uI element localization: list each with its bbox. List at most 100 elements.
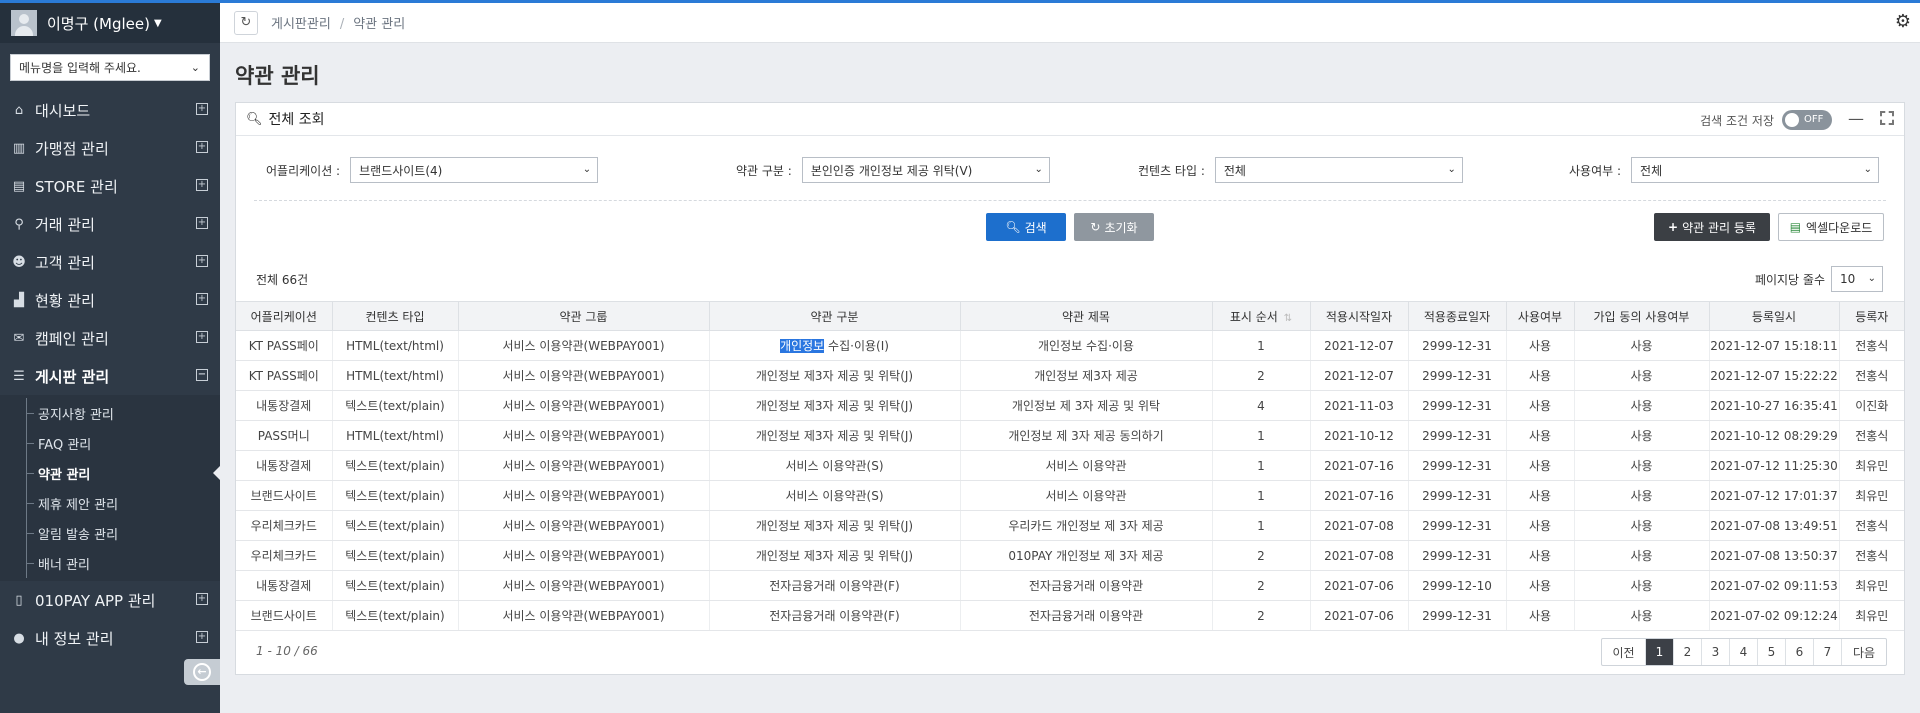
sidebar-subitem-3[interactable]: 제휴 제안 관리 <box>0 488 220 518</box>
expand-icon[interactable]: + <box>196 217 208 229</box>
pagination-page[interactable]: 2 <box>1674 639 1702 665</box>
pagination-page[interactable]: 5 <box>1758 639 1786 665</box>
table-cell: 2021-07-06 <box>1310 600 1409 631</box>
table-row[interactable]: 브랜드사이트 텍스트(text/plain) 서비스 이용약관(WEBPAY001)… <box>236 480 1904 511</box>
table-cell: 내통장결제 <box>236 450 333 481</box>
column-header[interactable]: 등록일시 <box>1709 301 1840 331</box>
collapse-icon[interactable]: − <box>196 369 208 381</box>
expand-icon[interactable]: + <box>196 631 208 643</box>
sidebar-item-top-2[interactable]: ▤ STORE 관리 + <box>0 167 220 205</box>
table-row[interactable]: KT PASS페이 HTML(text/html) 서비스 이용약관(WEBPAY0… <box>236 330 1904 361</box>
column-header[interactable]: 컨텐츠 타입 <box>332 301 459 331</box>
pagination-page[interactable]: 6 <box>1786 639 1814 665</box>
breadcrumb-parent[interactable]: 게시판관리 <box>271 17 331 32</box>
column-header[interactable]: 사용여부 <box>1506 301 1575 331</box>
table-cell: 서비스 이용약관(WEBPAY001) <box>458 450 710 481</box>
sidebar-item-label: 010PAY APP 관리 <box>35 591 156 610</box>
table-row[interactable]: 내통장결제 텍스트(text/plain) 서비스 이용약관(WEBPAY001) 개… <box>236 390 1904 421</box>
building-icon: ▥ <box>12 140 26 156</box>
sidebar-subitem-4[interactable]: 알림 발송 관리 <box>0 518 220 548</box>
pagination-page[interactable]: 7 <box>1814 639 1842 665</box>
sidebar-item-top-1[interactable]: ▥ 가맹점 관리 + <box>0 129 220 167</box>
table-cell: 1 <box>1212 330 1311 361</box>
sidebar-item-label: 대시보드 <box>35 101 91 120</box>
application-select[interactable]: 브랜드사이트(4) ⌄ <box>350 157 599 183</box>
register-button-label: 약관 관리 등록 <box>1682 220 1756 235</box>
table-row[interactable]: 내통장결제 텍스트(text/plain) 서비스 이용약관(WEBPAY001) 전… <box>236 570 1904 601</box>
table-cell: 전홍식 <box>1839 420 1904 451</box>
reset-button[interactable]: ↻ 초기화 <box>1074 213 1154 241</box>
sidebar-item-top-0[interactable]: ⌂ 대시보드 + <box>0 91 220 129</box>
sidebar-item-top-5[interactable]: ▟ 현황 관리 + <box>0 281 220 319</box>
expand-icon[interactable]: + <box>196 593 208 605</box>
terms-type-select[interactable]: 본인인증 개인정보 제공 위탁(V) ⌄ <box>801 157 1050 183</box>
pagination-page[interactable]: 4 <box>1730 639 1758 665</box>
column-header[interactable]: 약관 구분 <box>709 301 961 331</box>
column-header[interactable]: 적용종료일자 <box>1408 301 1507 331</box>
table-row[interactable]: 우리체크카드 텍스트(text/plain) 서비스 이용약관(WEBPAY001)… <box>236 510 1904 541</box>
column-header[interactable]: 등록자 <box>1839 301 1904 331</box>
per-page-group: 페이지당 줄수 10 ⌄ <box>1755 266 1883 292</box>
table-row[interactable]: 우리체크카드 텍스트(text/plain) 서비스 이용약관(WEBPAY001)… <box>236 540 1904 571</box>
chevron-down-icon: ⌄ <box>1034 164 1043 175</box>
gear-icon[interactable]: ⚙ <box>1891 11 1915 35</box>
sidebar-subitem-1[interactable]: FAQ 관리 <box>0 428 220 458</box>
use-select[interactable]: 전체 ⌄ <box>1631 157 1880 183</box>
pagination-prev[interactable]: 이전 <box>1602 639 1646 665</box>
collapse-sidebar-button[interactable]: ← <box>184 659 220 685</box>
table-row[interactable]: PASS머니 HTML(text/html) 서비스 이용약관(WEBPAY001)… <box>236 420 1904 451</box>
sidebar-subitem-2[interactable]: 약관 관리 <box>0 458 220 488</box>
column-header[interactable]: 약관 제목 <box>960 301 1213 331</box>
column-header[interactable]: 어플리케이션 <box>236 301 333 331</box>
table-row[interactable]: 내통장결제 텍스트(text/plain) 서비스 이용약관(WEBPAY001) 서… <box>236 450 1904 481</box>
sort-icon[interactable]: ⇅ <box>1284 313 1292 324</box>
breadcrumb-current: 약관 관리 <box>353 17 406 32</box>
content-type-select[interactable]: 전체 ⌄ <box>1214 157 1463 183</box>
per-page-select[interactable]: 10 ⌄ <box>1831 266 1883 292</box>
table-cell: 서비스 이용약관(S) <box>709 450 961 481</box>
expand-icon[interactable]: + <box>196 255 208 267</box>
sidebar-subitem-5[interactable]: 배너 관리 <box>0 548 220 578</box>
column-header[interactable]: 가입 동의 사용여부 <box>1574 301 1710 331</box>
table-cell: 4 <box>1212 390 1311 421</box>
table-cell: 사용 <box>1506 480 1575 511</box>
register-terms-button[interactable]: + 약관 관리 등록 <box>1654 213 1770 241</box>
expand-icon[interactable]: + <box>196 331 208 343</box>
excel-download-button[interactable]: ▤ 엑셀다운로드 <box>1778 213 1884 241</box>
chevron-down-icon: ⌄ <box>582 164 592 175</box>
list-icon: ☰ <box>13 368 25 384</box>
column-header[interactable]: 적용시작일자 <box>1310 301 1409 331</box>
pagination-page[interactable]: 1 <box>1646 639 1674 665</box>
sidebar-item-top-7[interactable]: ☰ 게시판 관리 − <box>0 357 220 395</box>
save-filter-toggle[interactable]: OFF <box>1782 110 1832 130</box>
expand-icon[interactable]: + <box>196 103 208 115</box>
column-header[interactable]: 약관 그룹 <box>458 301 710 331</box>
sidebar-item-bottom-1[interactable]: ● 내 정보 관리 + <box>0 619 220 657</box>
sidebar-item-top-6[interactable]: ✉ 캠페인 관리 + <box>0 319 220 357</box>
sidebar-item-top-4[interactable]: ☻ 고객 관리 + <box>0 243 220 281</box>
pagination-page[interactable]: 3 <box>1702 639 1730 665</box>
expand-icon[interactable]: + <box>196 179 208 191</box>
sidebar-item-bottom-0[interactable]: ▯ 010PAY APP 관리 + <box>0 581 220 619</box>
column-header-label: 적용시작일자 <box>1325 309 1393 324</box>
sidebar-item-top-3[interactable]: ⚲ 거래 관리 + <box>0 205 220 243</box>
table-cell: 사용 <box>1506 510 1575 541</box>
expand-icon[interactable] <box>1880 111 1894 125</box>
refresh-button[interactable]: ↻ <box>234 10 258 35</box>
menu-search-placeholder: 메뉴명을 입력해 주세요. <box>19 61 141 75</box>
table-cell: 2 <box>1212 600 1311 631</box>
column-header[interactable]: 표시 순서 ⇅ <box>1212 301 1311 331</box>
user-menu[interactable]: 이명구 (Mglee) ▼ <box>0 3 220 43</box>
expand-icon[interactable]: + <box>196 141 208 153</box>
table-row[interactable]: 브랜드사이트 텍스트(text/plain) 서비스 이용약관(WEBPAY001)… <box>236 600 1904 631</box>
column-header-label: 적용종료일자 <box>1423 309 1491 324</box>
sidebar-item-label: 캠페인 관리 <box>35 329 109 348</box>
expand-icon[interactable]: + <box>196 293 208 305</box>
table-row[interactable]: KT PASS페이 HTML(text/html) 서비스 이용약관(WEBPAY0… <box>236 360 1904 391</box>
sidebar-subitem-0[interactable]: 공지사항 관리 <box>0 398 220 428</box>
pagination-next[interactable]: 다음 <box>1842 639 1886 665</box>
menu-search-select[interactable]: 메뉴명을 입력해 주세요. ⌄ <box>10 54 210 81</box>
minimize-icon[interactable]: — <box>1848 109 1864 128</box>
search-button[interactable]: 🔍︎ 검색 <box>986 213 1066 241</box>
table-cell: PASS머니 <box>236 420 333 451</box>
